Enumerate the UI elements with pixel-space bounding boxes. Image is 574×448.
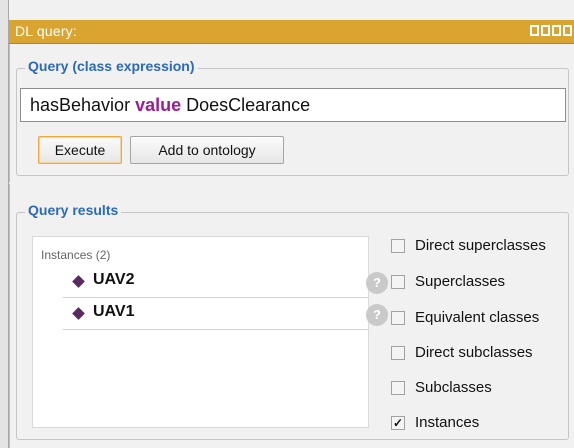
results-list: Instances (2) UAV2 ? UAV1 ? — [32, 236, 388, 428]
view-title-bar: DL query: — [9, 20, 574, 44]
individual-icon — [72, 307, 85, 320]
expression-text-part2: DoesClearance — [181, 95, 311, 115]
checkbox-checked[interactable]: ✓ — [391, 416, 405, 430]
class-expression-input[interactable]: hasBehavior value DoesClearance — [20, 88, 566, 122]
left-splitter[interactable] — [0, 0, 9, 448]
option-label: Direct subclasses — [415, 344, 533, 361]
option-label: Instances — [415, 414, 480, 431]
option-label: Equivalent classes — [415, 309, 540, 326]
maximize-icon[interactable] — [552, 25, 561, 36]
help-icon[interactable]: ? — [366, 272, 388, 294]
results-header: Instances (2) — [41, 248, 111, 262]
query-legend: Query (class expression) — [25, 58, 198, 74]
option-label: Direct superclasses — [415, 237, 546, 254]
view-title: DL query: — [15, 23, 77, 39]
pin-icon[interactable] — [530, 25, 539, 36]
option-label: Subclasses — [415, 379, 492, 396]
checkbox[interactable] — [391, 381, 405, 395]
list-item[interactable]: UAV1 ? — [63, 298, 388, 330]
window-controls — [530, 25, 572, 36]
checkbox[interactable] — [391, 239, 405, 253]
individual-name: UAV1 — [93, 303, 135, 320]
add-to-ontology-button[interactable]: Add to ontology — [130, 136, 284, 164]
checkbox[interactable] — [391, 311, 405, 325]
minimize-icon[interactable] — [541, 25, 550, 36]
option-label: Superclasses — [415, 273, 506, 290]
checkbox[interactable] — [391, 275, 405, 289]
help-icon[interactable]: ? — [366, 304, 388, 326]
list-item[interactable]: UAV2 ? — [63, 266, 388, 298]
execute-button[interactable]: Execute — [38, 136, 122, 164]
individual-name: UAV2 — [93, 271, 135, 288]
close-icon[interactable] — [563, 25, 572, 36]
individual-icon — [72, 275, 85, 288]
expression-text-part1: hasBehavior — [30, 95, 136, 115]
checkbox[interactable] — [391, 346, 405, 360]
expression-keyword: value — [135, 95, 182, 115]
results-legend: Query results — [25, 202, 122, 218]
